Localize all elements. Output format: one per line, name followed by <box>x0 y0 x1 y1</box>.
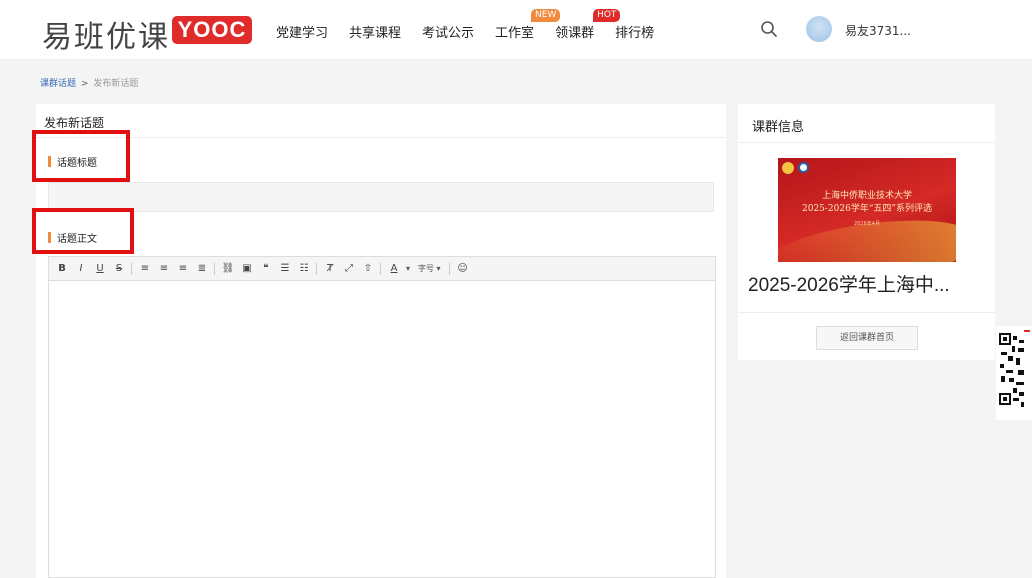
logo-badge[interactable]: YOOC <box>172 16 252 44</box>
nav-item-shared-courses[interactable]: 共享课程 <box>349 22 401 41</box>
divider <box>36 137 726 138</box>
topic-title-input[interactable] <box>48 182 714 212</box>
breadcrumb-current: 发布新话题 <box>93 79 139 89</box>
toolbar-separator <box>316 262 317 275</box>
toolbar-separator <box>214 262 215 275</box>
toolbar-separator <box>131 262 132 275</box>
banner-line-3: 2026年4月 <box>854 221 880 227</box>
nav-item-studio[interactable]: 工作室 NEW <box>495 9 561 41</box>
username[interactable]: 易友3731... <box>845 22 911 39</box>
course-group-name[interactable]: 2025-2026学年上海中... <box>748 270 988 297</box>
font-size-dropdown[interactable]: 字号 ▾ <box>418 263 441 274</box>
nav-item-course-groups[interactable]: 领课群 HOT <box>555 9 621 41</box>
side-panel-title: 课群信息 <box>752 120 805 135</box>
course-group-info-panel: 课群信息 上海中侨职业技术大学 2025-2026学年“五四”系列评选 2026… <box>738 104 995 360</box>
toolbar-separator <box>380 262 381 275</box>
image-icon[interactable]: ▣ <box>240 262 254 276</box>
hot-badge: HOT <box>593 9 621 22</box>
align-center-icon[interactable]: ≡ <box>157 262 171 276</box>
bold-button[interactable]: B <box>55 262 69 276</box>
align-left-icon[interactable]: ≡ <box>138 262 152 276</box>
breadcrumb: 课群话题 > 发布新话题 <box>40 76 138 89</box>
font-color-button[interactable]: A <box>387 262 401 276</box>
top-header: 易班优课 YOOC 党建学习 共享课程 考试公示 工作室 NEW 领课群 HOT 排… <box>0 0 1032 60</box>
banner-line-2: 2025-2026学年“五四”系列评选 <box>801 204 933 214</box>
back-to-group-home-button[interactable]: 返回课群首页 <box>816 326 918 350</box>
align-justify-icon[interactable]: ≣ <box>195 262 209 276</box>
banner-line-1: 上海中侨职业技术大学 <box>821 191 912 201</box>
nav-item-party-study[interactable]: 党建学习 <box>276 22 328 41</box>
school-emblem-icon <box>798 162 809 173</box>
nav-item-exam-notice[interactable]: 考试公示 <box>422 22 474 41</box>
emoji-icon[interactable]: ☺ <box>456 262 470 276</box>
strikethrough-button[interactable]: S <box>112 262 126 276</box>
divider <box>738 142 995 143</box>
upload-icon[interactable]: ⇧ <box>361 262 375 276</box>
underline-button[interactable]: U <box>93 262 107 276</box>
fullscreen-icon[interactable]: ⤢ <box>342 262 356 276</box>
qr-code-icon[interactable] <box>996 326 1032 420</box>
youth-league-emblem-icon <box>782 162 794 174</box>
logo-text[interactable]: 易班优课 <box>42 12 170 56</box>
course-group-banner[interactable]: 上海中侨职业技术大学 2025-2026学年“五四”系列评选 2026年4月 <box>778 158 956 262</box>
page-title: 发布新话题 <box>44 116 105 130</box>
highlight-box-body <box>32 208 134 254</box>
italic-button[interactable]: I <box>74 262 88 276</box>
nav-item-ranking[interactable]: 排行榜 <box>615 22 654 41</box>
breadcrumb-separator: > <box>80 79 89 89</box>
align-right-icon[interactable]: ≡ <box>176 262 190 276</box>
banner-decoration <box>778 208 956 262</box>
dropdown-caret-icon[interactable]: ▾ <box>406 264 410 273</box>
avatar[interactable] <box>806 16 832 42</box>
quote-icon[interactable]: ❝ <box>259 262 273 276</box>
post-topic-panel: 发布新话题 话题标题 话题正文 B I U S ≡ ≡ ≡ ≣ ⛓ ▣ ❝ ☰ … <box>32 104 726 578</box>
breadcrumb-link-topics[interactable]: 课群话题 <box>40 79 76 89</box>
divider <box>738 312 995 313</box>
clear-format-icon[interactable]: Ⱦ <box>323 262 337 276</box>
new-badge: NEW <box>531 9 561 22</box>
numbered-list-icon[interactable]: ☷ <box>297 262 311 276</box>
editor-content-area[interactable] <box>49 281 715 577</box>
editor-toolbar: B I U S ≡ ≡ ≡ ≣ ⛓ ▣ ❝ ☰ ☷ Ⱦ ⤢ ⇧ A ▾ 字号 ▾… <box>49 257 715 281</box>
main-nav: 党建学习 共享课程 考试公示 工作室 NEW 领课群 HOT 排行榜 <box>276 9 675 41</box>
link-icon[interactable]: ⛓ <box>221 262 235 276</box>
toolbar-separator <box>448 262 450 275</box>
search-icon[interactable] <box>760 20 778 38</box>
bullet-list-icon[interactable]: ☰ <box>278 262 292 276</box>
rich-text-editor: B I U S ≡ ≡ ≡ ≣ ⛓ ▣ ❝ ☰ ☷ Ⱦ ⤢ ⇧ A ▾ 字号 ▾… <box>48 256 716 578</box>
highlight-box-title <box>32 130 130 182</box>
